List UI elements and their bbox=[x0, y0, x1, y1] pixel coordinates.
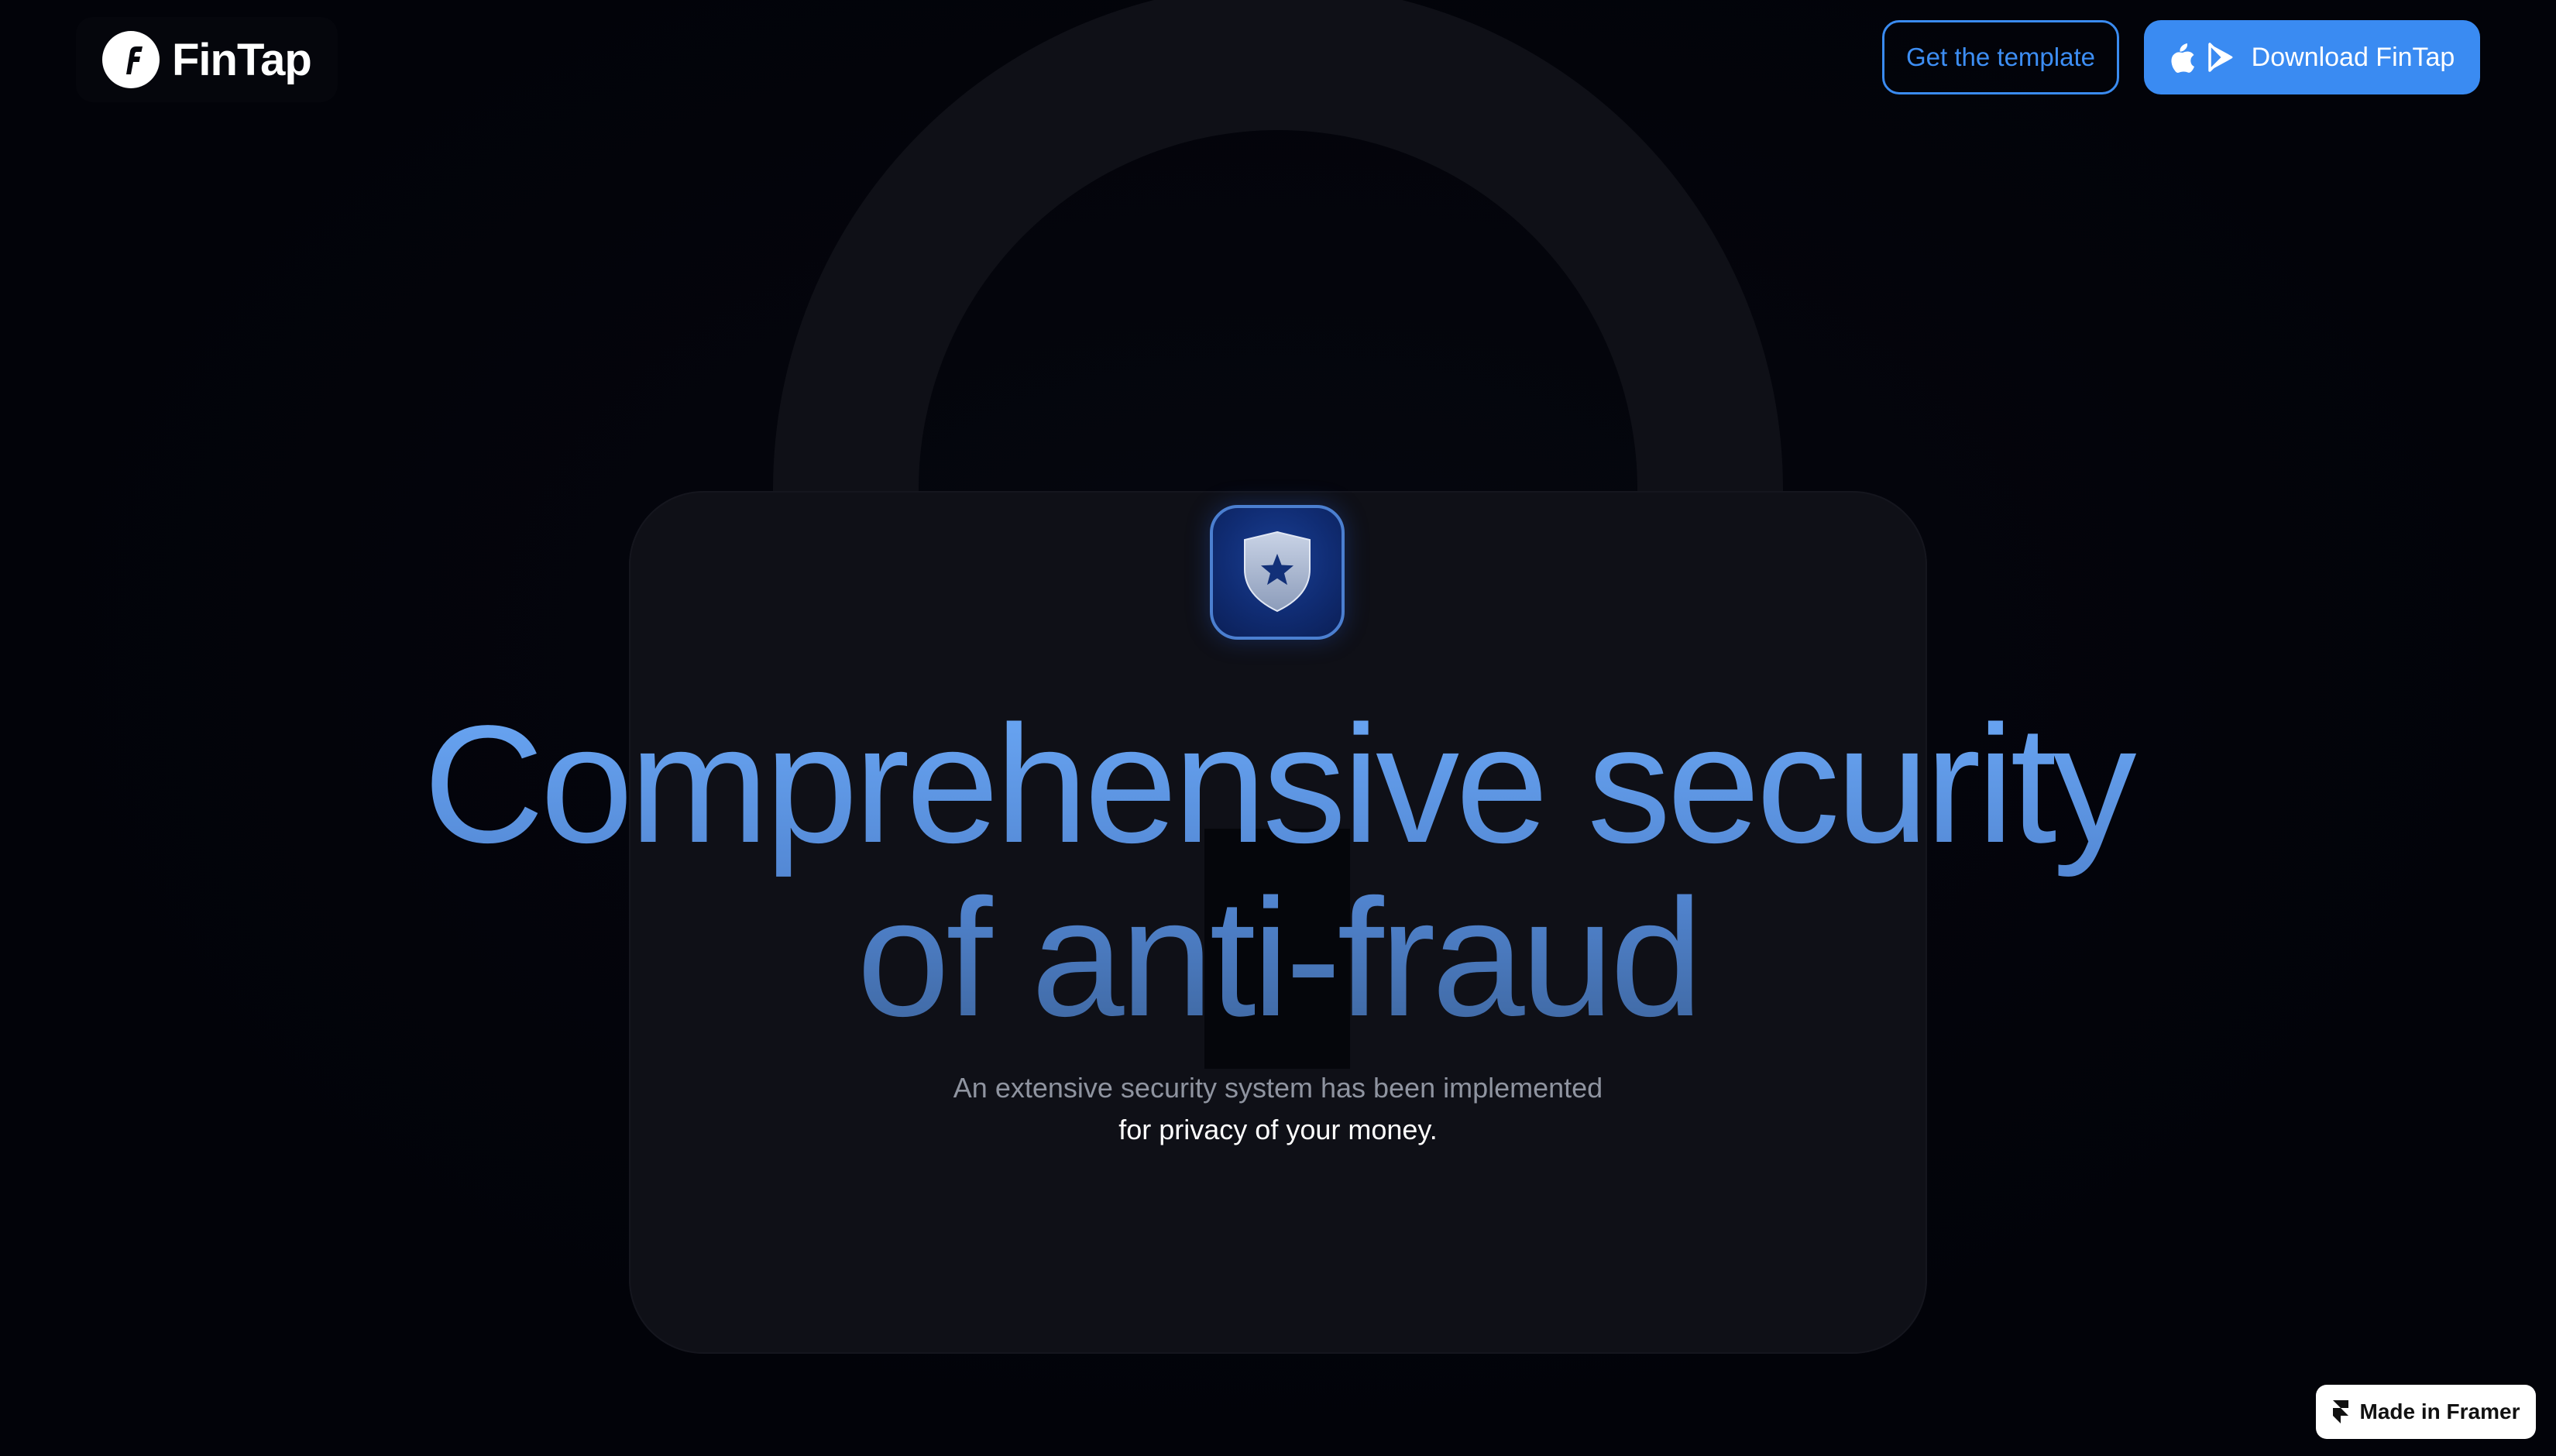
brand-logo-link[interactable]: FinTap bbox=[76, 17, 338, 102]
apple-icon bbox=[2171, 43, 2194, 73]
fintap-f-logo-icon bbox=[102, 31, 160, 88]
made-in-framer-badge[interactable]: Made in Framer bbox=[2316, 1385, 2536, 1439]
shield-star-icon bbox=[1210, 505, 1345, 640]
google-play-icon bbox=[2207, 43, 2233, 72]
hero-subtitle-line-1: An extensive security system has been im… bbox=[953, 1072, 1603, 1104]
hero-title-line-2: of anti-fraud bbox=[857, 864, 1699, 1051]
hero-subtitle: An extensive security system has been im… bbox=[0, 1067, 2556, 1151]
framer-badge-label: Made in Framer bbox=[2359, 1399, 2520, 1423]
hero-subtitle-line-2: for privacy of your money. bbox=[1118, 1114, 1438, 1145]
landing-page: FinTap Get the template Download FinTap bbox=[0, 0, 2556, 1456]
hero-title: Comprehensive security of anti-fraud bbox=[0, 697, 2556, 1044]
framer-icon bbox=[2332, 1400, 2348, 1423]
store-icons bbox=[2170, 42, 2235, 73]
hero-title-line-1: Comprehensive security bbox=[423, 690, 2133, 877]
download-fintap-button[interactable]: Download FinTap bbox=[2144, 20, 2480, 94]
get-template-button[interactable]: Get the template bbox=[1882, 20, 2119, 94]
brand-name: FinTap bbox=[172, 34, 312, 85]
download-button-label: Download FinTap bbox=[2251, 42, 2455, 72]
